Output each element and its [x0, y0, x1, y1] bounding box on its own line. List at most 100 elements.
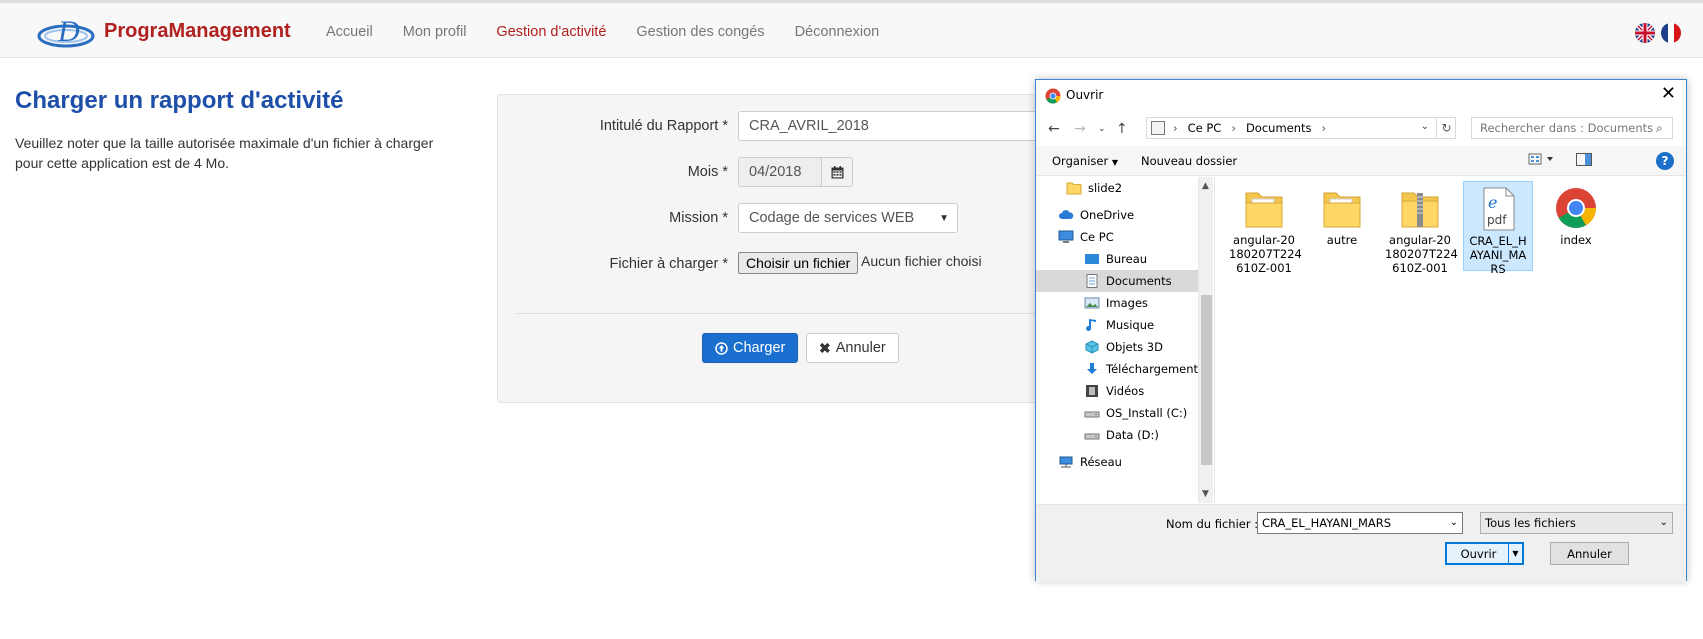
- mission-label: Mission *: [669, 210, 728, 226]
- french-flag-icon[interactable]: [1661, 23, 1681, 43]
- tree-item[interactable]: Ce PC: [1036, 226, 1198, 248]
- filetype-select[interactable]: Tous les fichiers ⌄: [1480, 512, 1673, 534]
- tree-item[interactable]: Images: [1036, 292, 1198, 314]
- filename-input[interactable]: CRA_EL_HAYANI_MARS ⌄: [1257, 512, 1463, 534]
- tree-item[interactable]: OneDrive: [1036, 204, 1198, 226]
- svg-text:pdf: pdf: [1487, 213, 1507, 227]
- cube-icon: [1084, 340, 1100, 354]
- recent-locations-icon[interactable]: ⌄: [1098, 124, 1106, 134]
- breadcrumb-item-ce-pc[interactable]: Ce PC: [1188, 121, 1222, 135]
- brand[interactable]: D PrograManagement: [36, 11, 291, 51]
- mission-selected-value: Codage de services WEB: [749, 210, 915, 226]
- back-arrow-icon[interactable]: ←: [1048, 121, 1060, 137]
- file-list: angular-20 180207T224 610Z-001 autre angular…: [1214, 177, 1688, 503]
- file-status: Aucun fichier choisi: [861, 253, 982, 269]
- file-name-line: angular-20: [1389, 233, 1451, 247]
- upload-circle-icon: [715, 341, 728, 355]
- tree-item[interactable]: Réseau: [1036, 451, 1198, 473]
- scrollbar-thumb[interactable]: [1201, 295, 1212, 465]
- up-arrow-icon[interactable]: ↑: [1116, 121, 1128, 137]
- search-icon: ⌕: [1656, 121, 1663, 135]
- zip-folder-icon: [1398, 185, 1442, 231]
- cancel-form-button[interactable]: ✖ Annuler: [806, 333, 899, 363]
- tree-item[interactable]: Documents: [1036, 270, 1198, 292]
- svg-text:e: e: [1488, 193, 1497, 212]
- mission-select[interactable]: Codage de services WEB ▼: [738, 203, 958, 233]
- breadcrumb-item-documents[interactable]: Documents: [1246, 121, 1312, 135]
- file-name-line: autre: [1326, 233, 1358, 247]
- music-icon: [1084, 318, 1100, 332]
- breadcrumb-separator-icon: ›: [1173, 121, 1178, 135]
- report-title-input[interactable]: CRA_AVRIL_2018: [738, 111, 1058, 141]
- file-name-line: RS: [1490, 262, 1506, 276]
- file-item[interactable]: angular-20 180207T224 610Z-001: [1385, 181, 1458, 275]
- file-label: Fichier à charger *: [609, 256, 728, 272]
- submit-upload-label: Charger: [733, 340, 786, 356]
- page-note: Veuillez noter que la taille autorisée m…: [15, 135, 434, 171]
- tree-item-label: Réseau: [1080, 455, 1122, 469]
- filetype-dropdown-icon: ⌄: [1659, 517, 1668, 528]
- file-name-line: CRA_EL_H: [1469, 234, 1527, 248]
- open-options-icon[interactable]: ▼: [1508, 544, 1522, 563]
- filename-dropdown-icon[interactable]: ⌄: [1450, 517, 1458, 528]
- navigation-tree: slide2 OneDrive Ce PC Bureau Documents Images…: [1036, 177, 1213, 503]
- dialog-close-button[interactable]: ✕: [1661, 83, 1676, 104]
- organize-menu[interactable]: Organiser ▼: [1052, 154, 1118, 168]
- nav-link[interactable]: Accueil: [326, 24, 373, 40]
- tree-item[interactable]: slide2: [1036, 177, 1198, 199]
- folder-icon: [1242, 185, 1286, 231]
- forward-arrow-icon[interactable]: →: [1074, 121, 1086, 137]
- tree-item[interactable]: Musique: [1036, 314, 1198, 336]
- tree-item-label: OS_Install (C:): [1106, 406, 1188, 420]
- tree-item[interactable]: OS_Install (C:): [1036, 402, 1198, 424]
- file-item[interactable]: autre: [1307, 181, 1377, 247]
- tree-item[interactable]: Objets 3D: [1036, 336, 1198, 358]
- video-icon: [1084, 384, 1100, 398]
- scroll-down-icon[interactable]: ▼: [1202, 489, 1209, 499]
- new-folder-button[interactable]: Nouveau dossier: [1141, 154, 1237, 168]
- tree-item-label: Ce PC: [1080, 230, 1114, 244]
- address-bar[interactable]: › Ce PC › Documents › ⌄: [1146, 117, 1456, 139]
- english-flag-icon[interactable]: [1635, 23, 1655, 43]
- file-name-line: 610Z-001: [1392, 261, 1448, 275]
- dialog-toolbar: Organiser ▼ Nouveau dossier ?: [1036, 146, 1686, 176]
- filetype-value: Tous les fichiers: [1485, 516, 1576, 530]
- calendar-button[interactable]: [821, 157, 853, 187]
- tree-item[interactable]: Vidéos: [1036, 380, 1198, 402]
- preview-pane-icon[interactable]: [1576, 153, 1592, 169]
- address-dropdown-icon[interactable]: ⌄: [1421, 121, 1429, 132]
- download-icon: [1084, 362, 1100, 376]
- tree-scrollbar[interactable]: ▲ ▼: [1198, 177, 1213, 503]
- tree-item[interactable]: Téléchargements: [1036, 358, 1204, 380]
- address-row: ← → ⌄ ↑ › Ce PC › Documents › ⌄ ↻ Recher…: [1036, 115, 1686, 143]
- open-file-button[interactable]: Ouvrir ▼: [1445, 542, 1524, 565]
- tree-item-label: Téléchargements: [1106, 362, 1205, 376]
- open-file-label: Ouvrir: [1460, 546, 1497, 561]
- nav-link[interactable]: Déconnexion: [795, 24, 880, 40]
- close-icon: ✖: [819, 339, 831, 356]
- file-item[interactable]: angular-20 180207T224 610Z-001: [1229, 181, 1302, 275]
- upload-form-panel: Intitulé du Rapport * CRA_AVRIL_2018 Moi…: [497, 94, 1058, 403]
- nav-link[interactable]: Gestion d'activité: [496, 24, 606, 40]
- refresh-icon[interactable]: ↻: [1436, 117, 1456, 139]
- tree-item[interactable]: Data (D:): [1036, 424, 1198, 446]
- view-options-icon[interactable]: [1528, 152, 1558, 169]
- month-input[interactable]: 04/2018: [738, 157, 822, 187]
- pdf-icon: e pdf: [1476, 186, 1520, 232]
- submit-upload-button[interactable]: Charger: [702, 333, 799, 363]
- tree-item[interactable]: Bureau: [1036, 248, 1198, 270]
- dialog-cancel-button[interactable]: Annuler: [1550, 542, 1629, 565]
- drive-icon: [1084, 428, 1100, 442]
- dialog-search-input[interactable]: Rechercher dans : Documents: [1471, 117, 1673, 139]
- folder-icon: [1066, 181, 1082, 195]
- breadcrumb-separator-icon: ›: [1231, 121, 1236, 135]
- help-icon[interactable]: ?: [1656, 152, 1674, 170]
- filename-value: CRA_EL_HAYANI_MARS: [1262, 516, 1392, 530]
- scroll-up-icon[interactable]: ▲: [1202, 181, 1209, 191]
- choose-file-button[interactable]: Choisir un fichier: [738, 252, 859, 274]
- file-item[interactable]: e pdf CRA_EL_H AYANI_MA RS: [1463, 181, 1533, 276]
- tree-item-label: Objets 3D: [1106, 340, 1163, 354]
- nav-link[interactable]: Gestion des congés: [636, 24, 764, 40]
- nav-link[interactable]: Mon profil: [403, 24, 467, 40]
- file-item[interactable]: index: [1541, 181, 1611, 247]
